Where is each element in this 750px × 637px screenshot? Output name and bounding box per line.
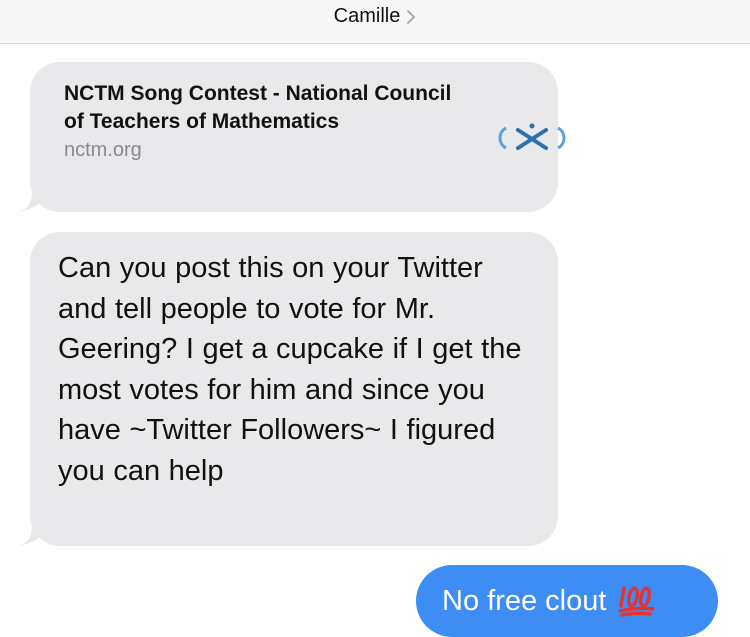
outgoing-message-bubble[interactable]: No free clout: [416, 565, 718, 637]
link-domain: nctm.org: [64, 139, 142, 161]
incoming-message-bubble[interactable]: Can you post this on your Twitter and te…: [18, 232, 558, 546]
conversation-header: Camille: [0, 0, 750, 44]
incoming-message-text: Can you post this on your Twitter and te…: [58, 252, 522, 487]
bubble-tail: [18, 188, 48, 212]
bubble-tail: [18, 522, 48, 546]
link-title: NCTM Song Contest - National Council of …: [64, 82, 452, 133]
link-preview-bubble[interactable]: NCTM Song Contest - National Council of …: [18, 62, 566, 212]
contact-name: Camille: [333, 5, 401, 27]
hundred-points-icon: [618, 586, 656, 617]
contact-button[interactable]: Camille: [334, 5, 417, 28]
nctm-logo-icon: [498, 123, 566, 150]
outgoing-message-text: No free clout: [442, 584, 607, 617]
chevron-right-icon: [407, 9, 416, 24]
